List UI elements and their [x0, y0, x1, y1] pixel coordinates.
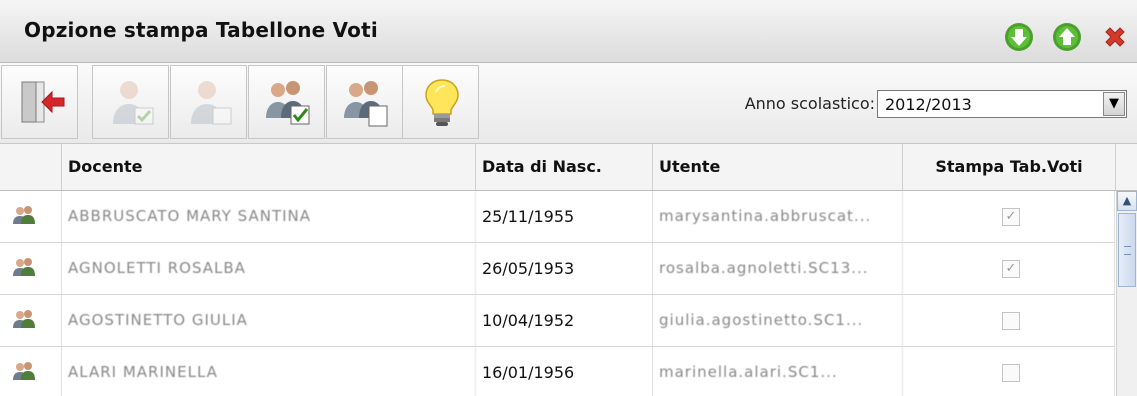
scroll-up-icon[interactable]: ▲ [1117, 191, 1137, 211]
row-icon-cell [0, 295, 62, 346]
stampa-checkbox[interactable]: ✓ [1002, 260, 1020, 278]
table-row[interactable]: ALARI MARINELLA 16/01/1956 marinella.alari… [0, 347, 1115, 396]
down-arrow-icon[interactable] [1004, 22, 1034, 52]
table-row[interactable]: AGNOLETTI ROSALBA 26/05/1953 rosalba.agnol… [0, 243, 1115, 295]
lightbulb-icon [425, 79, 459, 126]
window-title: Opzione stampa Tabellone Voti [24, 18, 378, 42]
docente-cell: ALARI MARINELLA [62, 347, 476, 396]
data-nascita-cell: 25/11/1955 [476, 191, 653, 242]
user-check-button[interactable] [92, 65, 169, 139]
users-document-icon [344, 81, 388, 127]
table-body: ABBRUSCATO MARY SANTINA 25/11/1955 marysan… [0, 191, 1115, 396]
up-arrow-icon[interactable] [1052, 22, 1082, 52]
row-icon-cell [0, 243, 62, 294]
data-nascita-cell: 10/04/1952 [476, 295, 653, 346]
table-row[interactable]: ABBRUSCATO MARY SANTINA 25/11/1955 marysan… [0, 191, 1115, 243]
data-nascita-cell: 16/01/1956 [476, 347, 653, 396]
anno-scolastico-select[interactable]: 2012/2013 ▼ [877, 90, 1127, 118]
column-header-stampa[interactable]: Stampa Tab.Voti [903, 144, 1116, 190]
utente-cell: marysantina.abbruscat... [653, 191, 903, 242]
data-nascita-cell: 26/05/1953 [476, 243, 653, 294]
users-check-button[interactable] [248, 65, 325, 139]
toolbar-divider [478, 65, 479, 139]
user-blank-button[interactable] [170, 65, 247, 139]
exit-button[interactable] [1, 65, 78, 139]
column-header-utente[interactable]: Utente [653, 144, 903, 190]
scroll-thumb[interactable] [1118, 213, 1136, 287]
utente-cell: giulia.agostinetto.SC1... [653, 295, 903, 346]
stampa-checkbox[interactable]: ✓ [1002, 208, 1020, 226]
docente-cell: ABBRUSCATO MARY SANTINA [62, 191, 476, 242]
users-document-button[interactable] [326, 65, 403, 139]
user-check-icon [113, 81, 154, 125]
chevron-down-icon[interactable]: ▼ [1103, 92, 1125, 116]
utente-cell: rosalba.agnoletti.SC13... [653, 243, 903, 294]
title-bar: Opzione stampa Tabellone Voti [0, 0, 1137, 63]
user-blank-icon [191, 81, 232, 125]
toolbar: Anno scolastico: 2012/2013 ▼ [0, 63, 1137, 144]
row-icon-cell [0, 347, 62, 396]
vertical-scrollbar[interactable]: ▲ [1116, 191, 1137, 396]
users-check-icon [266, 81, 310, 125]
exit-door-icon [21, 81, 65, 123]
table-row[interactable]: AGOSTINETTO GIULIA 10/04/1952 giulia.agost… [0, 295, 1115, 347]
stampa-checkbox[interactable] [1002, 364, 1020, 382]
column-header-icon [0, 144, 62, 190]
print-options-window: Opzione stampa Tabellone Voti Anno scola… [0, 0, 1137, 396]
hint-button[interactable] [402, 65, 479, 139]
table-header: Docente Data di Nasc. Utente Stampa Tab.… [0, 144, 1137, 191]
docente-cell: AGNOLETTI ROSALBA [62, 243, 476, 294]
stampa-checkbox[interactable] [1002, 312, 1020, 330]
column-header-docente[interactable]: Docente [62, 144, 476, 190]
row-icon-cell [0, 191, 62, 242]
utente-cell: marinella.alari.SC1... [653, 347, 903, 396]
close-icon[interactable] [1100, 22, 1130, 52]
docente-cell: AGOSTINETTO GIULIA [62, 295, 476, 346]
column-header-data-nascita[interactable]: Data di Nasc. [476, 144, 653, 190]
anno-scolastico-value: 2012/2013 [885, 95, 972, 114]
anno-scolastico-label: Anno scolastico: [744, 94, 875, 113]
